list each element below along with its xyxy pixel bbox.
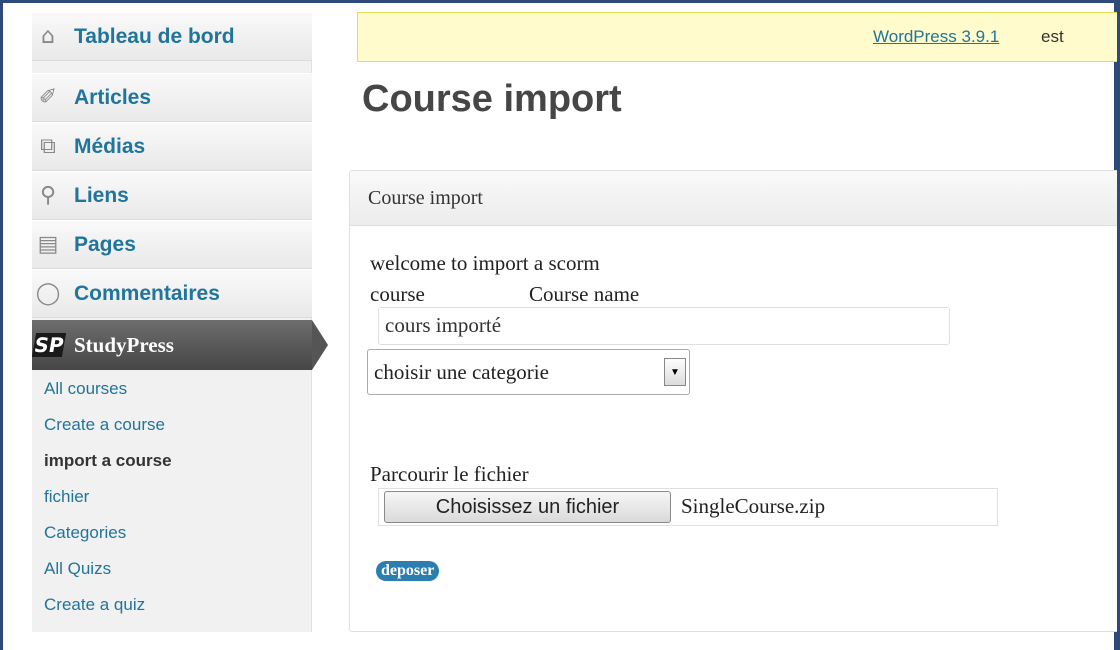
wordpress-update-link[interactable]: WordPress 3.9.1: [873, 27, 999, 47]
course-name-input[interactable]: cours importé: [378, 307, 950, 345]
sidebar-item-label: Médias: [74, 134, 146, 158]
deposer-button[interactable]: deposer: [376, 561, 440, 581]
studypress-logo-icon: SP: [31, 333, 67, 357]
category-select-value: choisir une categorie: [374, 360, 549, 384]
course-name-value: cours importé: [385, 313, 502, 337]
submenu-create-course[interactable]: Create a course: [44, 415, 165, 435]
chevron-down-icon[interactable]: ▼: [664, 358, 686, 386]
comment-icon: ◯: [35, 281, 61, 306]
admin-sidebar: ⌂ Tableau de bord ✐ Articles ⧉ Médias ⚲ …: [31, 12, 328, 632]
sidebar-item-label: Articles: [74, 85, 152, 109]
sidebar-item-label: Commentaires: [74, 281, 220, 305]
pin-icon: ✐: [38, 85, 58, 110]
submenu-import-course[interactable]: import a course: [44, 451, 172, 471]
import-panel: Course import: [349, 170, 1117, 632]
course-label: course: [370, 282, 425, 306]
submenu-create-quiz[interactable]: Create a quiz: [44, 595, 145, 615]
sidebar-item-dashboard[interactable]: ⌂ Tableau de bord: [32, 12, 312, 61]
update-notice: WordPress 3.9.1 est: [357, 12, 1117, 62]
panel-header: Course import: [350, 171, 1117, 226]
sidebar-item-label: Tableau de bord: [74, 24, 235, 48]
sidebar-item-label: StudyPress: [74, 332, 174, 357]
file-label: Parcourir le fichier: [370, 462, 529, 486]
pages-icon: ▤: [37, 232, 59, 257]
sidebar-item-studypress[interactable]: SP StudyPress: [31, 320, 328, 370]
sidebar-item-label: Liens: [74, 183, 129, 207]
welcome-text: welcome to import a scorm: [370, 251, 600, 275]
link-icon: ⚲: [39, 183, 57, 208]
dashboard-icon: ⌂: [41, 24, 55, 49]
sidebar-item-liens[interactable]: ⚲ Liens: [32, 171, 312, 220]
submenu-all-quizs[interactable]: All Quizs: [44, 559, 111, 579]
sidebar-item-pages[interactable]: ▤ Pages: [32, 220, 312, 269]
submenu-categories[interactable]: Categories: [44, 523, 126, 543]
category-select[interactable]: choisir une categorie ▼: [367, 349, 690, 395]
selected-file-name: SingleCourse.zip: [681, 494, 826, 518]
sidebar-item-articles[interactable]: ✐ Articles: [32, 73, 312, 122]
submenu-all-courses[interactable]: All courses: [44, 379, 127, 399]
sidebar-item-medias[interactable]: ⧉ Médias: [32, 122, 312, 171]
page-title: Course import: [362, 78, 622, 120]
panel-title: Course import: [368, 186, 483, 209]
submenu-fichier[interactable]: fichier: [44, 487, 89, 507]
choose-file-button[interactable]: Choisissez un fichier: [384, 491, 671, 523]
notice-text: est: [1041, 27, 1064, 46]
media-icon: ⧉: [40, 134, 56, 159]
course-name-label: Course name: [529, 282, 640, 306]
sidebar-item-commentaires[interactable]: ◯ Commentaires: [32, 269, 312, 318]
sidebar-item-label: Pages: [74, 232, 136, 256]
active-arrow-icon: [312, 320, 328, 370]
